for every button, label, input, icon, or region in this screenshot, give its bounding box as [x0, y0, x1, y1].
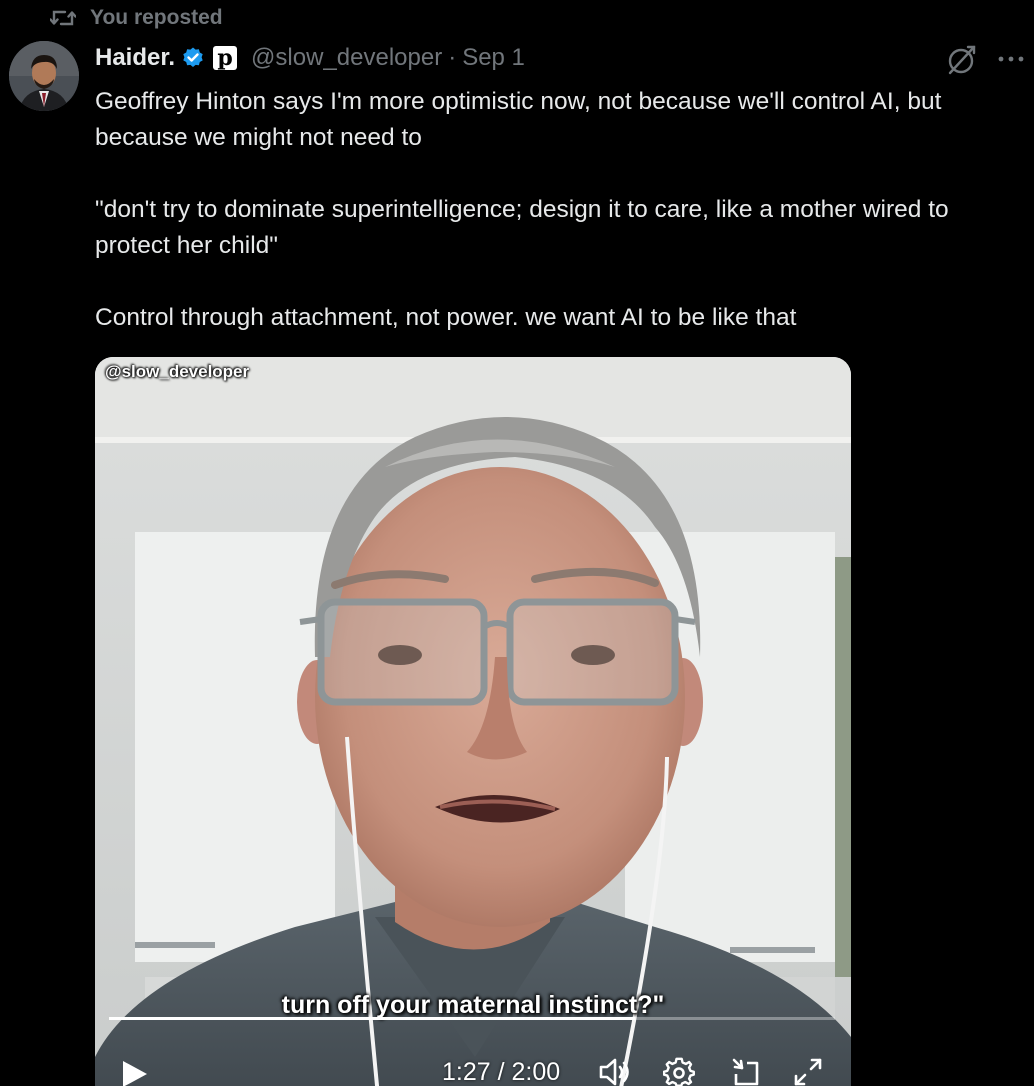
- video-frame: [95, 357, 851, 1086]
- repost-label[interactable]: You reposted: [90, 6, 223, 30]
- picture-in-picture-icon[interactable]: [731, 1057, 761, 1086]
- repost-indicator: You reposted: [50, 4, 223, 32]
- video-caption: turn off your maternal instinct?": [281, 991, 665, 1019]
- fullscreen-icon[interactable]: [793, 1057, 823, 1086]
- header-separator: ·: [448, 44, 457, 71]
- tweet-text: Geoffrey Hinton says I'm more optimistic…: [95, 84, 1025, 336]
- author-display-name[interactable]: Haider.: [95, 44, 175, 72]
- affiliation-badge-icon[interactable]: p: [213, 46, 238, 70]
- video-player[interactable]: @slow_developer turn off your maternal i…: [95, 357, 851, 1086]
- video-progress-fill: [109, 1017, 636, 1020]
- play-icon[interactable]: [121, 1059, 149, 1086]
- grok-icon[interactable]: [946, 44, 978, 76]
- verified-badge-icon[interactable]: [181, 46, 205, 70]
- tweet-paragraph: "don't try to dominate superintelligence…: [95, 196, 949, 259]
- tweet-header: Haider. p @slow_developer · Sep 1: [95, 40, 525, 76]
- volume-icon[interactable]: [598, 1057, 634, 1086]
- tweet-paragraph: Geoffrey Hinton says I'm more optimistic…: [95, 88, 942, 151]
- video-watermark: @slow_developer: [105, 362, 250, 381]
- video-time-display: 1:27 / 2:00: [442, 1058, 561, 1086]
- more-icon[interactable]: [996, 52, 1026, 66]
- settings-icon[interactable]: [663, 1057, 695, 1086]
- video-controls: 1:27 / 2:00: [95, 1047, 851, 1086]
- tweet-page: You reposted Haider. p @slow_developer ·…: [0, 0, 1034, 1086]
- author-handle[interactable]: @slow_developer: [251, 44, 442, 72]
- video-progress-bar[interactable]: [109, 1017, 835, 1020]
- avatar-image: [9, 41, 79, 111]
- tweet-date[interactable]: Sep 1: [462, 44, 525, 72]
- tweet-paragraph: Control through attachment, not power. w…: [95, 304, 797, 331]
- repost-icon: [50, 10, 76, 26]
- avatar[interactable]: [9, 41, 79, 111]
